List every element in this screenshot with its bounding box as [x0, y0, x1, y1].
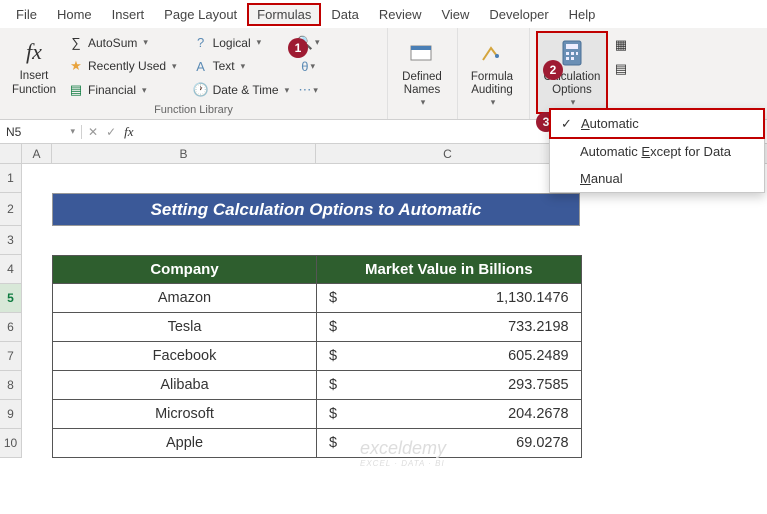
more-icon: ⋯	[298, 82, 311, 98]
row-header[interactable]: 2	[0, 193, 21, 226]
col-header-c[interactable]: C	[316, 144, 580, 163]
table-row[interactable]: Amazon$1,130.1476	[53, 284, 582, 313]
calculate-now-button[interactable]: ▦	[610, 35, 632, 55]
table-row[interactable]: Microsoft$204.2678	[53, 400, 582, 429]
logical-button[interactable]: ?Logical	[187, 33, 296, 53]
formula-auditing-button[interactable]: Formula Auditing	[464, 31, 520, 114]
autosum-button[interactable]: ∑AutoSum	[62, 33, 183, 53]
auditing-icon	[476, 37, 508, 69]
fx-icon-small[interactable]: fx	[124, 124, 133, 140]
th-market-value: Market Value in Billions	[317, 256, 582, 284]
financial-button[interactable]: ▤Financial	[62, 80, 183, 100]
recently-used-button[interactable]: ★Recently Used	[62, 56, 183, 76]
data-table: Company Market Value in Billions Amazon$…	[52, 255, 582, 458]
tab-review[interactable]: Review	[369, 3, 432, 26]
name-box[interactable]: N5▾	[0, 125, 82, 139]
sigma-icon: ∑	[68, 35, 84, 51]
col-header-b[interactable]: B	[52, 144, 316, 163]
tab-insert[interactable]: Insert	[102, 3, 155, 26]
logical-icon: ?	[193, 35, 209, 51]
table-row[interactable]: Alibaba$293.7585	[53, 371, 582, 400]
table-row[interactable]: Facebook$605.2489	[53, 342, 582, 371]
tab-file[interactable]: File	[6, 3, 47, 26]
tab-data[interactable]: Data	[321, 3, 368, 26]
tab-view[interactable]: View	[431, 3, 479, 26]
menu-item-automatic-except[interactable]: Automatic Except for Data	[550, 138, 764, 165]
callout-badge-1: 1	[288, 38, 308, 58]
tab-bar: File Home Insert Page Layout Formulas Da…	[0, 0, 767, 28]
calculation-options-menu: Automatic Automatic Except for Data Manu…	[549, 108, 765, 193]
row-header[interactable]: 6	[0, 313, 21, 342]
calc-now-icon: ▦	[615, 37, 627, 53]
defined-names-button[interactable]: Defined Names	[394, 31, 450, 114]
text-button[interactable]: AText	[187, 56, 296, 76]
table-row[interactable]: Apple$69.0278	[53, 429, 582, 458]
ribbon: fx Insert Function ∑AutoSum ★Recently Us…	[0, 28, 767, 120]
function-library-label: Function Library	[6, 102, 381, 119]
row-header[interactable]: 4	[0, 255, 21, 284]
group-function-library: fx Insert Function ∑AutoSum ★Recently Us…	[0, 28, 388, 119]
title-banner: Setting Calculation Options to Automatic	[52, 193, 580, 226]
cancel-icon[interactable]: ✕	[88, 125, 98, 139]
row-header[interactable]: 8	[0, 371, 21, 400]
row-header[interactable]: 9	[0, 400, 21, 429]
callout-badge-2: 2	[543, 60, 563, 80]
calculate-sheet-button[interactable]: ▤	[610, 59, 632, 79]
group-formula-auditing: Formula Auditing	[458, 28, 530, 119]
tab-home[interactable]: Home	[47, 3, 102, 26]
star-icon: ★	[68, 58, 84, 74]
money-icon: ▤	[68, 82, 84, 98]
tab-formulas[interactable]: Formulas	[247, 3, 321, 26]
menu-item-manual[interactable]: Manual	[550, 165, 764, 192]
th-company: Company	[53, 256, 317, 284]
math-button[interactable]: θ	[297, 56, 319, 76]
enter-icon[interactable]: ✓	[106, 125, 116, 139]
group-defined-names: Defined Names	[388, 28, 458, 119]
select-all-corner[interactable]	[0, 144, 22, 164]
col-header-a[interactable]: A	[22, 144, 52, 163]
row-header[interactable]: 5	[0, 284, 21, 313]
date-time-button[interactable]: 🕐Date & Time	[187, 80, 296, 100]
row-headers: 1 2 3 4 5 6 7 8 9 10	[0, 164, 22, 458]
tab-page-layout[interactable]: Page Layout	[154, 3, 247, 26]
fx-icon: fx	[18, 36, 50, 68]
table-row[interactable]: Tesla$733.2198	[53, 313, 582, 342]
menu-item-automatic[interactable]: Automatic	[549, 108, 765, 139]
calc-sheet-icon: ▤	[615, 61, 627, 77]
tab-help[interactable]: Help	[559, 3, 606, 26]
text-icon: A	[193, 58, 209, 74]
more-functions-button[interactable]: ⋯	[297, 80, 319, 100]
row-header[interactable]: 3	[0, 226, 21, 255]
row-header[interactable]: 1	[0, 164, 21, 193]
tab-developer[interactable]: Developer	[479, 3, 558, 26]
clock-icon: 🕐	[193, 82, 209, 98]
row-header[interactable]: 10	[0, 429, 21, 458]
row-header[interactable]: 7	[0, 342, 21, 371]
name-tag-icon	[406, 37, 438, 69]
insert-function-button[interactable]: fx Insert Function	[6, 31, 62, 102]
theta-icon: θ	[301, 59, 308, 74]
